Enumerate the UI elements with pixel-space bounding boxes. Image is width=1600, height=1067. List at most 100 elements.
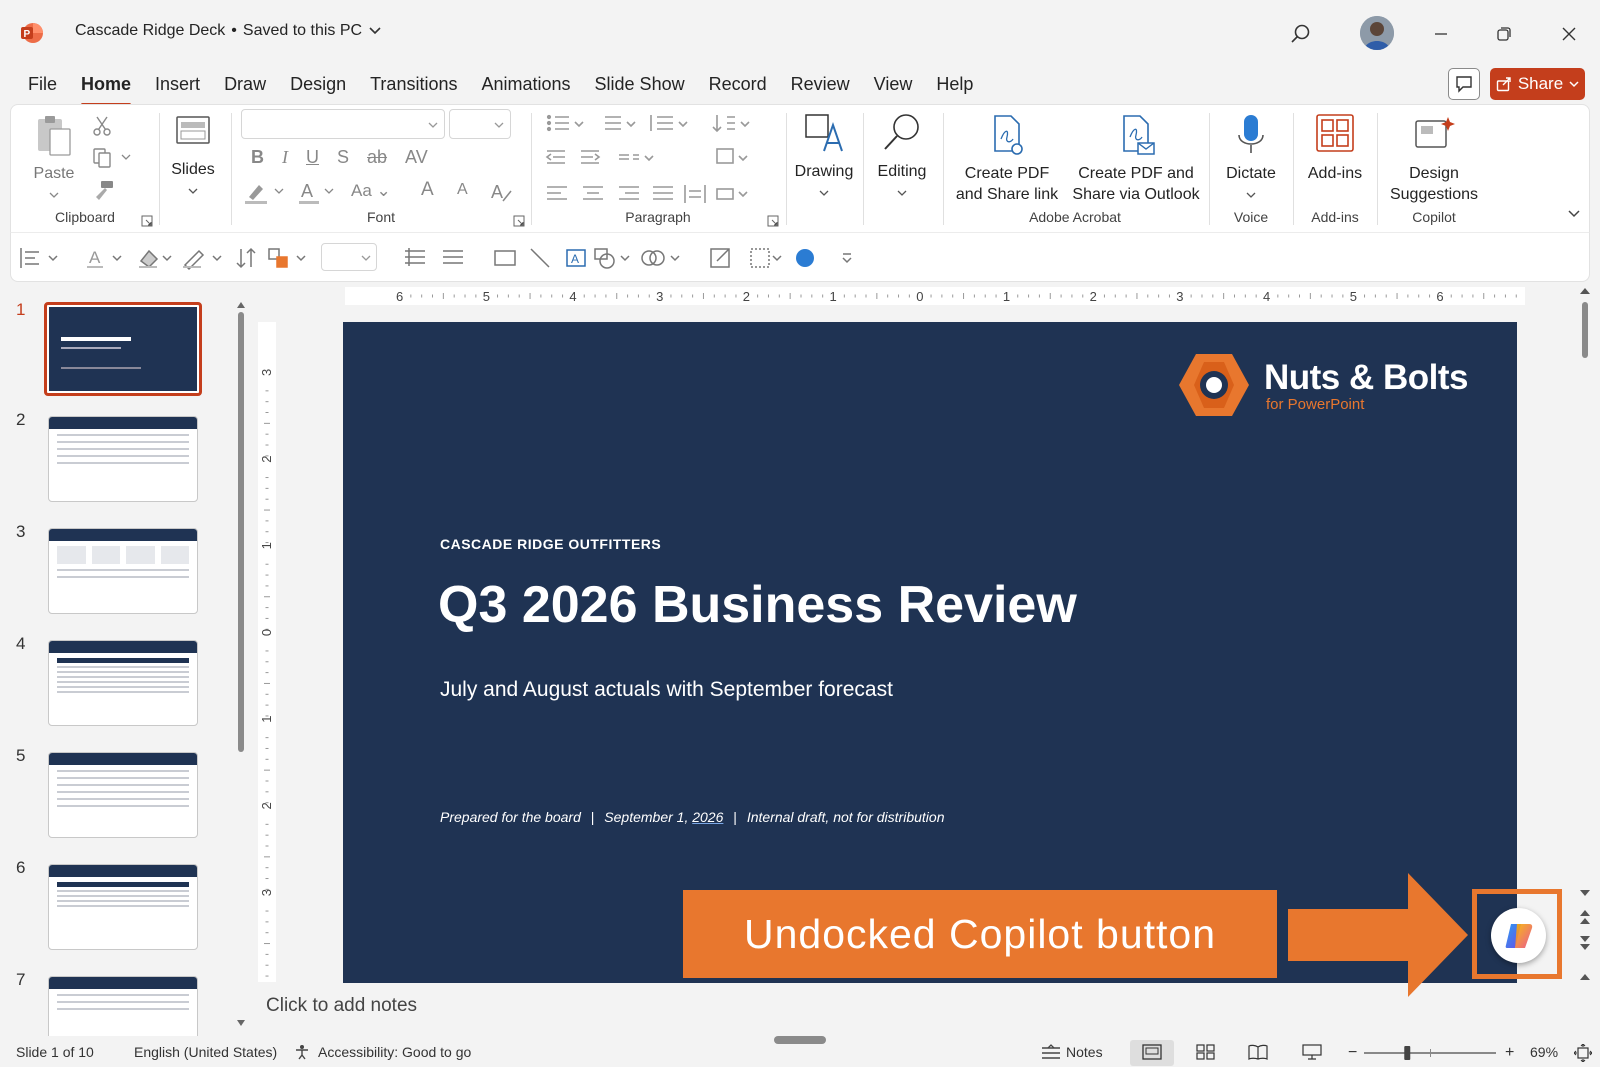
highlight-icon[interactable] <box>243 179 291 205</box>
tab-design[interactable]: Design <box>278 70 358 104</box>
slide-title[interactable]: Q3 2026 Business Review <box>438 575 1077 635</box>
tab-review[interactable]: Review <box>779 70 862 104</box>
chevron-down-icon[interactable] <box>121 153 131 161</box>
editing-button[interactable]: Editing <box>867 111 937 203</box>
thumbnail-slide-2[interactable] <box>48 416 198 502</box>
thumbnail-slide-6[interactable] <box>48 864 198 950</box>
font-size-combo[interactable] <box>449 109 511 139</box>
slide-sorter-icon[interactable] <box>1196 1044 1216 1060</box>
tab-animations[interactable]: Animations <box>469 70 582 104</box>
tab-draw[interactable]: Draw <box>212 70 278 104</box>
slide-eyebrow[interactable]: CASCADE RIDGE OUTFITTERS <box>440 536 661 552</box>
tab-home[interactable]: Home <box>69 70 143 106</box>
copy-icon[interactable] <box>91 147 115 169</box>
italic-button[interactable]: I <box>282 147 288 168</box>
ruler-label: 2 <box>1090 289 1097 304</box>
minimize-button[interactable] <box>1425 18 1457 50</box>
slide-subtitle[interactable]: July and August actuals with September f… <box>440 678 893 702</box>
toolbar-icons[interactable]: A A <box>17 245 877 271</box>
thumbnail-slide-3[interactable] <box>48 528 198 614</box>
slide-scrollbar[interactable] <box>1577 286 1593 986</box>
drawing-button[interactable]: Drawing <box>789 111 859 203</box>
tab-help[interactable]: Help <box>924 70 985 104</box>
normal-view-icon[interactable] <box>1142 1044 1162 1060</box>
tab-record[interactable]: Record <box>697 70 779 104</box>
zoom-combo[interactable] <box>321 243 377 271</box>
footer-separator: | <box>590 809 595 825</box>
thumbnail-slide-1[interactable] <box>44 302 202 396</box>
zoom-level[interactable]: 69% <box>1530 1044 1558 1060</box>
restore-button[interactable] <box>1488 18 1520 50</box>
cut-icon[interactable] <box>91 115 113 137</box>
create-pdf-share-link-button[interactable]: Create PDF and Share link <box>947 113 1067 205</box>
notes-pane[interactable]: Click to add notes <box>250 995 1575 1023</box>
design-suggestions-button[interactable]: Design Suggestions <box>1379 113 1489 205</box>
tab-view[interactable]: View <box>862 70 925 104</box>
thumbnails-scrollbar[interactable] <box>236 300 246 1030</box>
bold-button[interactable]: B <box>251 147 264 168</box>
new-slide-icon <box>176 116 210 144</box>
dialog-launcher-icon[interactable] <box>513 215 525 227</box>
ruler-label: 5 <box>483 289 490 304</box>
accessibility-status[interactable]: Accessibility: Good to go <box>294 1044 471 1060</box>
strikethrough-button[interactable]: ab <box>367 147 387 168</box>
shrink-font-button[interactable]: A <box>457 181 468 199</box>
search-icon <box>884 114 919 150</box>
dialog-launcher-icon[interactable] <box>141 215 153 227</box>
grow-font-button[interactable]: A <box>421 179 434 201</box>
ruler-label: 3 <box>259 369 274 376</box>
create-pdf-outlook-button[interactable]: Create PDF and Share via Outlook <box>1069 113 1203 205</box>
character-spacing-button[interactable]: AV <box>405 147 428 168</box>
text-shadow-button[interactable]: S <box>337 147 349 168</box>
ribbon: Paste Clipboard Slides B I U S ab AV A A… <box>10 104 1590 232</box>
ribbon-collapse-icon[interactable] <box>1567 209 1581 219</box>
zoom-out-button[interactable]: − <box>1348 1044 1357 1062</box>
tab-transitions[interactable]: Transitions <box>358 70 469 104</box>
thumbnail-slide-4[interactable] <box>48 640 198 726</box>
close-button[interactable] <box>1553 18 1585 50</box>
language-status[interactable]: English (United States) <box>134 1044 277 1060</box>
font-color-icon[interactable]: A <box>297 179 341 205</box>
fit-to-window-icon[interactable] <box>1574 1044 1592 1062</box>
tab-insert[interactable]: Insert <box>143 70 212 104</box>
format-painter-icon[interactable] <box>91 179 115 201</box>
clipboard-group-label: Clipboard <box>55 209 115 225</box>
pdf-outlook-label-1: Create PDF and <box>1078 165 1194 182</box>
minimize-icon <box>1435 33 1447 35</box>
paragraph-icons[interactable] <box>541 111 771 211</box>
reading-view-icon[interactable] <box>1248 1044 1268 1060</box>
vertical-ruler: 3 2 1 0 1 2 3 <box>258 322 276 982</box>
share-button[interactable]: Share <box>1490 68 1585 100</box>
tab-file[interactable]: File <box>16 70 69 104</box>
underline-button[interactable]: U <box>306 147 319 168</box>
search-button[interactable] <box>1285 18 1317 50</box>
copilot-button[interactable] <box>1491 908 1546 963</box>
document-title[interactable]: Cascade Ridge Deck • Saved to this PC <box>75 22 382 40</box>
paragraph-group: Paragraph <box>533 105 783 233</box>
comments-button[interactable] <box>1448 68 1480 100</box>
editing-label: Editing <box>877 163 927 180</box>
slide-count[interactable]: Slide 1 of 10 <box>16 1044 94 1060</box>
clear-formatting-icon[interactable]: A <box>489 179 515 205</box>
thumbnail-number: 7 <box>16 970 26 989</box>
slide-footer[interactable]: Prepared for the board | September 1, 20… <box>440 809 944 825</box>
zoom-in-button[interactable]: + <box>1505 1044 1514 1062</box>
footer-year: 2026 <box>692 809 724 825</box>
change-case-button[interactable]: Aa ⌄ <box>351 181 391 201</box>
dialog-launcher-icon[interactable] <box>767 215 779 227</box>
slideshow-view-icon[interactable] <box>1302 1044 1322 1060</box>
thumbnail-slide-5[interactable] <box>48 752 198 838</box>
dictate-button[interactable]: Dictate <box>1211 113 1291 205</box>
ruler-label: 3 <box>1176 289 1183 304</box>
avatar[interactable] <box>1360 16 1394 50</box>
slides-button[interactable]: Slides <box>163 113 223 203</box>
add-ins-button[interactable]: Add-ins <box>1295 113 1375 184</box>
copilot-label-2: Suggestions <box>1389 186 1479 203</box>
paste-button[interactable]: Paste <box>29 113 79 203</box>
font-name-combo[interactable] <box>241 109 445 139</box>
thumbnail-slide-7[interactable] <box>48 976 198 1036</box>
tab-slide-show[interactable]: Slide Show <box>583 70 697 104</box>
zoom-slider[interactable] <box>1364 1046 1496 1060</box>
ribbon-separator <box>1209 113 1210 225</box>
notes-toggle-button[interactable]: Notes <box>1040 1044 1103 1060</box>
